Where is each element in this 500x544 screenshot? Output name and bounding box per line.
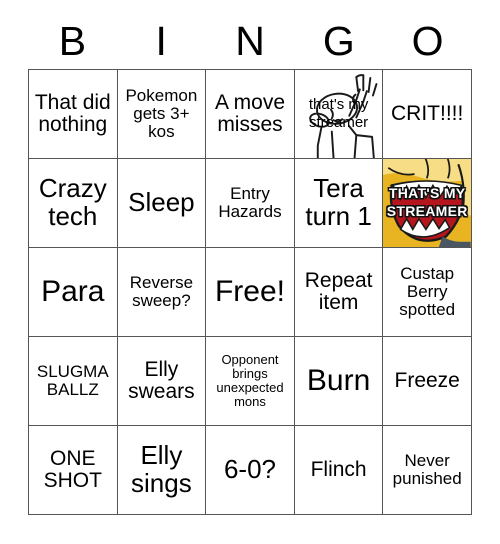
bingo-cell-g4[interactable]: Burn (294, 337, 384, 426)
bingo-cell-label: Burn (306, 364, 371, 398)
bingo-cell-g5[interactable]: Flinch (294, 426, 384, 515)
header-letter-b: B (58, 17, 87, 64)
bingo-cell-label: Para (41, 275, 105, 309)
bingo-cell-o1[interactable]: CRIT!!!! (383, 70, 472, 159)
bingo-cell-i1[interactable]: Pokemon gets 3+ kos (117, 70, 207, 159)
bingo-cell-i5[interactable]: Elly sings (117, 426, 207, 515)
bingo-cell-label: Sleep (128, 187, 195, 218)
bingo-cell-label: SLUGMA BALLZ (36, 361, 109, 399)
pointing-person-meme-icon (294, 70, 383, 158)
bingo-cell-label: That did nothing (34, 90, 111, 136)
bingo-cell-n4[interactable]: Opponent brings unexpected mons (206, 337, 295, 426)
header-letter-n: N (235, 17, 265, 64)
bingo-cell-i4[interactable]: Elly swears (117, 337, 207, 426)
bingo-cell-o4[interactable]: Freeze (383, 337, 472, 426)
bingo-cell-label: Opponent brings unexpected mons (216, 352, 284, 409)
bingo-cell-g3[interactable]: Repeat item (294, 248, 384, 337)
bingo-cell-o2[interactable]: THAT'S MY STREAMER (383, 159, 472, 248)
bingo-cell-label: Never punished (392, 450, 462, 488)
bingo-grid: That did nothing Pokemon gets 3+ kos A mov… (28, 69, 472, 515)
bingo-cell-n2[interactable]: Entry Hazards (206, 159, 295, 248)
bingo-cell-label: Elly swears (128, 357, 195, 403)
bingo-card: B I N G O That did nothing Pokemon gets 3… (0, 0, 500, 544)
bingo-cell-label: Reverse sweep? (129, 272, 194, 310)
bingo-cell-label: 6-0? (223, 454, 277, 485)
bingo-cell-label: Repeat item (304, 268, 373, 314)
bingo-cell-b2[interactable]: Crazy tech (29, 159, 118, 248)
bingo-cell-o5[interactable]: Never punished (383, 426, 472, 515)
bingo-cell-label: CRIT!!!! (391, 101, 464, 125)
bingo-cell-o3[interactable]: Custap Berry spotted (383, 248, 472, 337)
bingo-cell-label: Freeze (394, 368, 460, 392)
bingo-cell-n1[interactable]: A move misses (206, 70, 295, 159)
header-letter-o: O (411, 17, 444, 64)
bingo-cell-g1[interactable]: that's my streamer (294, 70, 384, 159)
bingo-cell-label: Flinch (310, 457, 367, 481)
bingo-cell-b5[interactable]: ONE SHOT (29, 426, 118, 515)
bingo-cell-n3[interactable]: Free! (206, 248, 295, 337)
bingo-cell-label: Pokemon gets 3+ kos (125, 85, 198, 141)
header-letter-i: I (155, 17, 167, 64)
bingo-cell-label: ONE SHOT (43, 446, 102, 492)
bingo-cell-label: Entry Hazards (218, 183, 282, 221)
bingo-cell-n5[interactable]: 6-0? (206, 426, 295, 515)
bingo-cell-label: A move misses (214, 90, 286, 136)
bingo-cell-b3[interactable]: Para (29, 248, 118, 337)
bingo-cell-label: Free! (214, 275, 285, 309)
bingo-cell-b1[interactable]: That did nothing (29, 70, 118, 159)
roaring-creature-photo-icon (383, 159, 471, 247)
bingo-cell-label: Crazy tech (38, 173, 107, 231)
header-letter-g: G (322, 17, 355, 64)
bingo-cell-b4[interactable]: SLUGMA BALLZ (29, 337, 118, 426)
bingo-header: B I N G O (28, 14, 472, 68)
bingo-cell-i2[interactable]: Sleep (117, 159, 207, 248)
bingo-cell-i3[interactable]: Reverse sweep? (117, 248, 207, 337)
bingo-cell-label: Tera turn 1 (305, 173, 372, 231)
bingo-cell-label: Custap Berry spotted (399, 263, 456, 319)
bingo-cell-label: Elly sings (131, 440, 192, 498)
bingo-cell-g2[interactable]: Tera turn 1 (294, 159, 384, 248)
